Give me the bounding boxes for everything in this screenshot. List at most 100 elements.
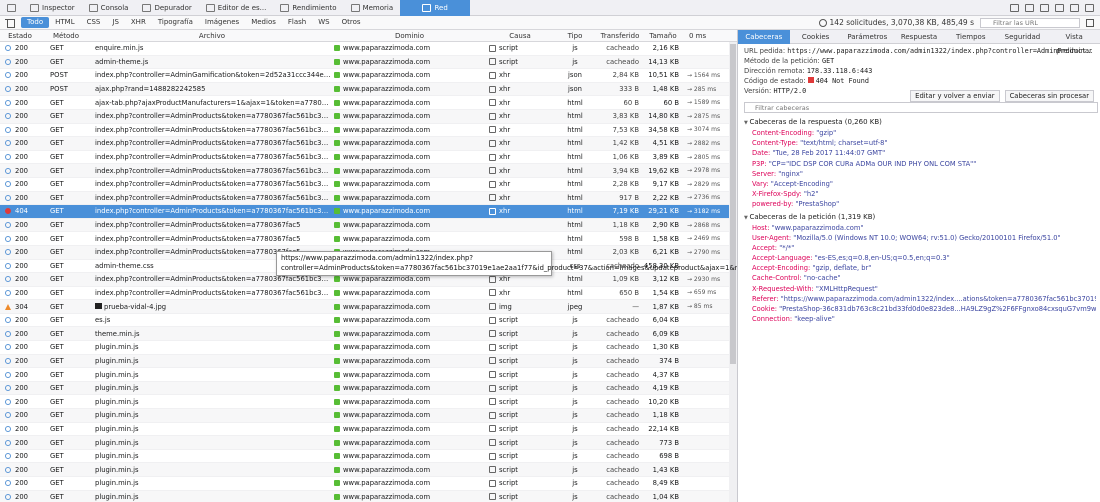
filter-ws[interactable]: WS [312,17,335,28]
col-type[interactable]: Tipo [553,32,597,40]
tab-params[interactable]: Parámetros [841,30,893,44]
tool-memory[interactable]: Memoria [344,0,401,16]
table-row[interactable]: 200 GET plugin.min.js www.paparazzimoda.com… [0,368,730,382]
split-console-icon[interactable] [1010,3,1019,12]
header-entry[interactable]: Host: "www.paparazzimoda.com" [744,223,1096,233]
tab-cookies[interactable]: Cookies [790,30,842,44]
table-row[interactable]: 200 GET index.php?controller=AdminProducts… [0,137,730,151]
tab-response[interactable]: Respuesta [893,30,945,44]
filter-html[interactable]: HTML [49,17,80,28]
table-row[interactable]: 200 GET plugin.min.js www.paparazzimoda.com… [0,354,730,369]
filter-media[interactable]: Medios [245,17,282,28]
header-entry[interactable]: X-Firefox-Spdy: "h2" [744,189,1096,199]
filter-css[interactable]: CSS [81,17,107,28]
table-row[interactable]: 200 GET plugin.min.js www.paparazzimoda.com… [0,477,730,491]
table-row[interactable]: 200 POST ajax.php?rand=1488282242585 www.pa… [0,82,730,97]
header-entry[interactable]: Content-Encoding: "gzip" [744,128,1096,138]
tool-debugger[interactable]: Depurador [135,0,198,16]
filter-xhr[interactable]: XHR [125,17,152,28]
table-row[interactable]: 200 GET es.js www.paparazzimoda.com script js… [0,314,730,328]
table-row[interactable]: 200 GET plugin.min.js www.paparazzimoda.com… [0,423,730,437]
edit-resend-button[interactable]: Editar y volver a enviar [910,90,1000,102]
table-row[interactable]: 200 GET index.php?controller=AdminProducts… [0,109,730,124]
filter-other[interactable]: Otros [336,17,367,28]
table-row[interactable]: 200 GET index.php?controller=AdminProducts… [0,218,730,233]
table-row[interactable]: 200 GET plugin.min.js www.paparazzimoda.com… [0,341,730,355]
table-row[interactable]: 200 GET index.php?controller=AdminProducts… [0,151,730,165]
header-entry[interactable]: Accept-Encoding: "gzip, deflate, br" [744,263,1096,273]
header-entry[interactable]: User-Agent: "Mozilla/5.0 (Windows NT 10.… [744,233,1096,243]
filter-images[interactable]: Imágenes [199,17,245,28]
scrollbar-thumb[interactable] [730,44,736,364]
clear-trash-icon[interactable] [5,18,15,28]
filter-fonts[interactable]: Tipografía [152,17,199,28]
table-row[interactable]: 200 GET plugin.min.js www.paparazzimoda.com… [0,409,730,423]
raw-headers-button[interactable]: Cabeceras sin procesar [1004,90,1094,102]
header-entry[interactable]: Cookie: "PrestaShop-36c831db763c8c21bd33… [744,304,1096,314]
table-row[interactable]: 304 GET prueba-vidal-4.jpg www.paparazzimod… [0,300,730,314]
col-domain[interactable]: Dominio [332,32,487,40]
tool-console[interactable]: Consola [82,0,136,16]
toggle-panel-icon[interactable] [1086,18,1094,27]
col-file[interactable]: Archivo [92,32,332,40]
table-row[interactable]: 200 GET ajax-tab.php?ajaxProductManufactur… [0,96,730,110]
tool-inspector[interactable]: Inspector [23,0,82,16]
header-entry[interactable]: Cache-Control: "no-cache" [744,273,1096,283]
header-entry[interactable]: Vary: "Accept-Encoding" [744,179,1096,189]
col-size[interactable]: Tamaño [643,32,683,40]
filter-js[interactable]: JS [106,17,125,28]
table-row[interactable]: 404 GET index.php?controller=AdminProducts… [0,205,730,219]
table-row[interactable]: 200 POST index.php?controller=AdminGamific… [0,69,730,83]
table-row[interactable]: 200 GET plugin.min.js www.paparazzimoda.com… [0,463,730,477]
tool-performance[interactable]: Rendimiento [273,0,343,16]
filter-all[interactable]: Todo [21,17,50,28]
filter-flash[interactable]: Flash [282,17,312,28]
header-entry[interactable]: Accept: "*/*" [744,243,1096,253]
table-row[interactable]: 200 GET plugin.min.js www.paparazzimoda.com… [0,436,730,450]
headers-filter-input[interactable] [744,102,1098,113]
table-row[interactable]: 200 GET index.php?controller=AdminProducts… [0,178,730,192]
tab-timings[interactable]: Tiempos [945,30,997,44]
url-filter-input[interactable] [980,17,1080,28]
header-entry[interactable]: X-Requested-With: "XMLHttpRequest" [744,284,1096,294]
performance-gauge-icon[interactable] [818,18,827,27]
table-row[interactable]: 200 GET plugin.min.js www.paparazzimoda.com… [0,490,730,502]
header-entry[interactable]: P3P: "CP="IDC DSP COR CURa ADMa OUR IND … [744,159,1096,169]
table-row[interactable]: 200 GET plugin.min.js www.paparazzimoda.com… [0,450,730,464]
tab-security[interactable]: Seguridad [997,30,1049,44]
close-icon[interactable] [1085,3,1094,12]
settings-icon[interactable] [1055,3,1064,12]
dock-bottom-icon[interactable] [1025,3,1034,12]
request-list-scrollbar[interactable] [729,42,737,502]
tool-responsive[interactable] [0,0,23,16]
header-entry[interactable]: Referer: "https://www.paparazzimoda.com/… [744,294,1096,304]
tool-network[interactable]: Red [400,0,471,16]
response-headers-section[interactable]: Cabeceras de la respuesta (0,260 KB) [744,117,1096,128]
header-entry[interactable]: Connection: "keep-alive" [744,314,1096,324]
table-row[interactable]: 200 GET index.php?controller=AdminProducts… [0,232,730,246]
table-row[interactable]: 200 GET plugin.min.js www.paparazzimoda.com… [0,395,730,410]
tab-preview[interactable]: Vista preliminar [1048,30,1100,55]
col-method[interactable]: Método [40,32,92,40]
undock-icon[interactable] [1070,3,1079,12]
dock-side-icon[interactable] [1040,3,1049,12]
table-row[interactable]: 200 GET admin-theme.js www.paparazzimoda.co… [0,55,730,70]
table-row[interactable]: 200 GET plugin.min.js www.paparazzimoda.com… [0,381,730,396]
table-row[interactable]: 200 GET theme.min.js www.paparazzimoda.com s… [0,327,730,342]
request-headers-section[interactable]: Cabeceras de la petición (1,319 KB) [744,212,1096,223]
header-entry[interactable]: Server: "nginx" [744,169,1096,179]
tool-style-editor[interactable]: Editor de es... [199,0,274,16]
table-row[interactable]: 200 GET index.php?controller=AdminProducts… [0,124,730,138]
col-status[interactable]: Estado [0,32,40,40]
header-entry[interactable]: Accept-Language: "es-ES,es;q=0.8,en-US;q… [744,253,1096,263]
table-row[interactable]: 200 GET enquire.min.js www.paparazzimoda.co… [0,42,730,56]
header-entry[interactable]: Date: "Tue, 28 Feb 2017 11:44:07 GMT" [744,148,1096,158]
col-waterfall[interactable]: 0 ms [683,32,737,40]
col-transferred[interactable]: Transferido [597,32,643,40]
col-cause[interactable]: Causa [487,32,553,40]
header-entry[interactable]: powered-by: "PrestaShop" [744,199,1096,209]
table-row[interactable]: 200 GET index.php?controller=AdminProducts… [0,287,730,301]
table-row[interactable]: 200 GET index.php?controller=AdminProducts… [0,164,730,178]
header-entry[interactable]: Content-Type: "text/html; charset=utf-8" [744,138,1096,148]
tab-headers[interactable]: Cabeceras [738,30,790,44]
